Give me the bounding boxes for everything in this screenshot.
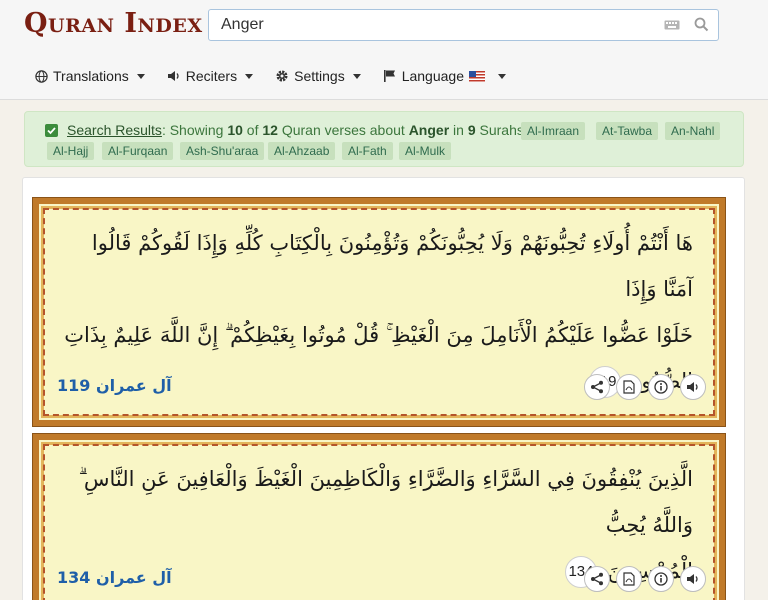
gear-icon [276, 70, 288, 82]
pdf-button[interactable] [616, 374, 642, 400]
summary-text: : Showing [161, 122, 228, 138]
search-results-link[interactable]: Search Results [67, 122, 162, 138]
verse-reference[interactable]: آل عمران 134 [57, 568, 172, 587]
main-nav: Translations Reciters Settings Language [35, 66, 528, 86]
verse-line: الَّذِينَ يُنْفِقُونَ فِي السَّرَّاءِ وَ… [78, 467, 693, 537]
nav-translations[interactable]: Translations [35, 66, 145, 86]
logo-text: Quran Inde [24, 8, 188, 39]
logo-x: x [187, 8, 203, 39]
nav-reciters-label: Reciters [185, 68, 238, 84]
info-button[interactable] [648, 566, 674, 592]
info-icon [654, 572, 668, 586]
share-button[interactable] [584, 374, 610, 400]
results-summary: Search Results: Showing 10 of 12 Quran v… [67, 122, 524, 138]
surah-tag[interactable]: Al-Hajj [47, 142, 95, 160]
summary-text: in [449, 122, 468, 138]
search-icon[interactable] [694, 17, 709, 32]
surah-count: 9 [467, 122, 476, 138]
share-icon [591, 572, 603, 586]
nav-language[interactable]: Language [383, 66, 506, 86]
search-input[interactable] [221, 15, 651, 35]
pdf-icon [623, 572, 635, 586]
play-audio-button[interactable] [680, 374, 706, 400]
shown-count: 10 [227, 122, 243, 138]
nav-translations-label: Translations [53, 68, 129, 84]
surah-tag[interactable]: Al-Ahzaab [268, 142, 336, 160]
us-flag-icon [469, 70, 485, 82]
verse-actions [584, 374, 706, 400]
surah-tag[interactable]: An-Nahl [665, 122, 721, 140]
checkbox-icon [45, 124, 58, 137]
summary-text: of [242, 122, 263, 138]
chevron-down-icon [352, 73, 361, 79]
surah-tag[interactable]: Al-Imraan [521, 122, 586, 140]
pdf-icon [623, 380, 635, 394]
verse-card: هَا أَنْتُمْ أُولَاءِ تُحِبُّونَهُمْ وَل… [32, 197, 726, 427]
search-box [208, 9, 719, 41]
surah-tag[interactable]: Al-Fath [342, 142, 393, 160]
info-button[interactable] [648, 374, 674, 400]
keyboard-icon[interactable] [664, 20, 680, 30]
globe-icon [35, 69, 48, 83]
play-audio-button[interactable] [680, 566, 706, 592]
surah-tag[interactable]: Ash-Shu'araa [180, 142, 265, 160]
verse-card: الَّذِينَ يُنْفِقُونَ فِي السَّرَّاءِ وَ… [32, 433, 726, 600]
results-banner: Search Results: Showing 10 of 12 Quran v… [24, 111, 744, 167]
total-count: 12 [262, 122, 278, 138]
share-icon [591, 380, 603, 394]
chevron-down-icon [136, 73, 145, 79]
surah-tag[interactable]: Al-Mulk [399, 142, 452, 160]
summary-text: Surahs [475, 122, 524, 138]
audio-icon [687, 574, 698, 584]
verse-line: هَا أَنْتُمْ أُولَاءِ تُحِبُّونَهُمْ وَل… [91, 231, 693, 301]
verse-line: خَلَوْا عَضُّوا عَلَيْكُمُ الْأَنَامِلَ … [64, 323, 693, 347]
nav-reciters[interactable]: Reciters [167, 66, 254, 86]
top-bar: Quran Index Translations [0, 0, 768, 100]
nav-language-label: Language [401, 68, 464, 84]
flag-icon [383, 70, 395, 82]
query-term: Anger [408, 122, 450, 138]
audio-icon [687, 382, 698, 392]
speaker-icon [167, 71, 179, 81]
nav-settings[interactable]: Settings [275, 66, 361, 86]
verse-actions [584, 566, 706, 592]
site-logo[interactable]: Quran Index [24, 8, 203, 39]
share-button[interactable] [584, 566, 610, 592]
surah-tag[interactable]: At-Tawba [596, 122, 659, 140]
surah-tag[interactable]: Al-Furqaan [102, 142, 174, 160]
info-icon [654, 380, 668, 394]
summary-text: Quran verses about [277, 122, 409, 138]
pdf-button[interactable] [616, 566, 642, 592]
verse-reference[interactable]: آل عمران 119 [57, 376, 172, 395]
nav-settings-label: Settings [294, 68, 345, 84]
chevron-down-icon [245, 73, 254, 79]
chevron-down-icon [498, 73, 506, 79]
